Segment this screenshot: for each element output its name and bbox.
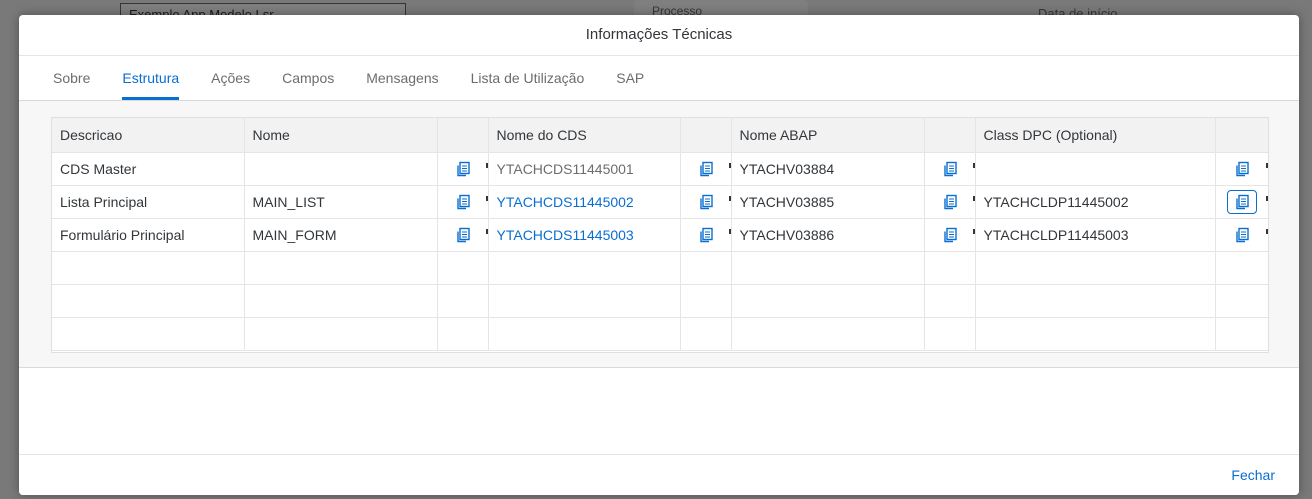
tab-mensagens[interactable]: Mensagens xyxy=(366,56,438,100)
table-row: Formulário Principal MAIN_FORM YTACHCDS1… xyxy=(52,218,1268,252)
structure-table-container[interactable]: Descricao Nome Nome do CDS Nome ABAP Cla… xyxy=(51,117,1269,353)
copy-icon xyxy=(943,227,957,242)
copy-nome-button[interactable] xyxy=(448,157,478,181)
copy-abap-button[interactable] xyxy=(935,190,965,214)
copy-cds-button[interactable] xyxy=(691,190,721,214)
column-resize-handle[interactable] xyxy=(485,228,487,234)
copy-cds-button[interactable] xyxy=(691,157,721,181)
cell-copy-abap xyxy=(924,218,976,252)
cell-descricao: Formulário Principal xyxy=(52,218,245,252)
column-header-nome-abap: Nome ABAP xyxy=(731,118,925,153)
tab-sobre[interactable]: Sobre xyxy=(53,56,90,100)
cell-copy-cds xyxy=(680,218,732,252)
cell-copy-cds xyxy=(680,152,732,186)
tab-bar: Sobre Estrutura Ações Campos Mensagens L… xyxy=(19,56,1299,101)
empty-table-row xyxy=(52,251,1268,285)
tab-estrutura[interactable]: Estrutura xyxy=(122,56,179,100)
copy-dpc-button[interactable] xyxy=(1227,157,1257,181)
cell-copy-nome xyxy=(437,152,489,186)
column-header-nome: Nome xyxy=(244,118,438,153)
copy-abap-button[interactable] xyxy=(935,157,965,181)
tab-acoes[interactable]: Ações xyxy=(211,56,250,100)
copy-icon xyxy=(456,227,470,242)
cell-class-dpc xyxy=(975,152,1216,186)
copy-icon xyxy=(699,194,713,209)
cell-nome xyxy=(244,152,438,186)
technical-info-dialog: Informações Técnicas Sobre Estrutura Açõ… xyxy=(19,15,1299,495)
empty-table-row xyxy=(52,317,1268,351)
cell-nome-abap: YTACHV03886 xyxy=(731,218,925,252)
cell-copy-cds xyxy=(680,185,732,219)
column-resize-handle[interactable] xyxy=(485,162,487,168)
column-header-action xyxy=(924,118,976,153)
table-header-row: Descricao Nome Nome do CDS Nome ABAP Cla… xyxy=(52,118,1268,153)
column-resize-handle[interactable] xyxy=(972,228,974,234)
cell-nome-cds-link[interactable]: YTACHCDS11445003 xyxy=(488,218,681,252)
cell-descricao: CDS Master xyxy=(52,152,245,186)
copy-icon xyxy=(456,161,470,176)
column-header-action xyxy=(680,118,732,153)
column-resize-handle[interactable] xyxy=(1265,162,1267,168)
copy-cds-button[interactable] xyxy=(691,223,721,247)
cell-nome-abap: YTACHV03885 xyxy=(731,185,925,219)
cell-copy-dpc xyxy=(1215,152,1268,186)
column-resize-handle[interactable] xyxy=(485,195,487,201)
cell-copy-nome xyxy=(437,218,489,252)
cell-nome: MAIN_LIST xyxy=(244,185,438,219)
copy-icon xyxy=(456,194,470,209)
cell-class-dpc: YTACHCLDP11445002 xyxy=(975,185,1216,219)
cell-nome-cds: YTACHCDS11445001 xyxy=(488,152,681,186)
copy-nome-button[interactable] xyxy=(448,190,478,214)
column-header-nome-cds: Nome do CDS xyxy=(488,118,681,153)
copy-dpc-button[interactable] xyxy=(1227,223,1257,247)
table-row: CDS Master YTACHCDS11445001 YTACHV03884 xyxy=(52,152,1268,186)
copy-dpc-button[interactable] xyxy=(1226,189,1257,214)
copy-icon xyxy=(1235,194,1249,209)
tab-lista-utilizacao[interactable]: Lista de Utilização xyxy=(471,56,585,100)
column-header-action xyxy=(1215,118,1268,153)
cell-copy-abap xyxy=(924,152,976,186)
cell-class-dpc: YTACHCLDP11445003 xyxy=(975,218,1216,252)
cell-copy-abap xyxy=(924,185,976,219)
column-resize-handle[interactable] xyxy=(1265,228,1267,234)
column-header-descricao: Descricao xyxy=(52,118,245,153)
column-resize-handle[interactable] xyxy=(728,195,730,201)
column-resize-handle[interactable] xyxy=(972,195,974,201)
copy-icon xyxy=(699,227,713,242)
column-resize-handle[interactable] xyxy=(728,162,730,168)
cell-nome: MAIN_FORM xyxy=(244,218,438,252)
copy-abap-button[interactable] xyxy=(935,223,965,247)
copy-icon xyxy=(1235,227,1249,242)
tab-campos[interactable]: Campos xyxy=(282,56,334,100)
cell-nome-abap: YTACHV03884 xyxy=(731,152,925,186)
copy-nome-button[interactable] xyxy=(448,223,478,247)
cell-copy-dpc xyxy=(1215,185,1268,219)
copy-icon xyxy=(943,194,957,209)
column-header-action xyxy=(437,118,489,153)
cell-copy-nome xyxy=(437,185,489,219)
dialog-title: Informações Técnicas xyxy=(19,15,1299,56)
close-button[interactable]: Fechar xyxy=(1231,467,1275,483)
copy-icon xyxy=(943,161,957,176)
dialog-footer: Fechar xyxy=(19,454,1299,495)
column-resize-handle[interactable] xyxy=(1265,195,1267,201)
column-resize-handle[interactable] xyxy=(728,228,730,234)
tab-content: Descricao Nome Nome do CDS Nome ABAP Cla… xyxy=(19,101,1299,368)
cell-descricao: Lista Principal xyxy=(52,185,245,219)
cell-copy-dpc xyxy=(1215,218,1268,252)
table-row: Lista Principal MAIN_LIST YTACHCDS114450… xyxy=(52,185,1268,219)
structure-table: Descricao Nome Nome do CDS Nome ABAP Cla… xyxy=(52,118,1268,351)
cell-nome-cds-link[interactable]: YTACHCDS11445002 xyxy=(488,185,681,219)
empty-table-row xyxy=(52,284,1268,318)
copy-icon xyxy=(1235,161,1249,176)
column-header-class-dpc: Class DPC (Optional) xyxy=(975,118,1216,153)
tab-sap[interactable]: SAP xyxy=(616,56,644,100)
column-resize-handle[interactable] xyxy=(972,162,974,168)
copy-icon xyxy=(699,161,713,176)
